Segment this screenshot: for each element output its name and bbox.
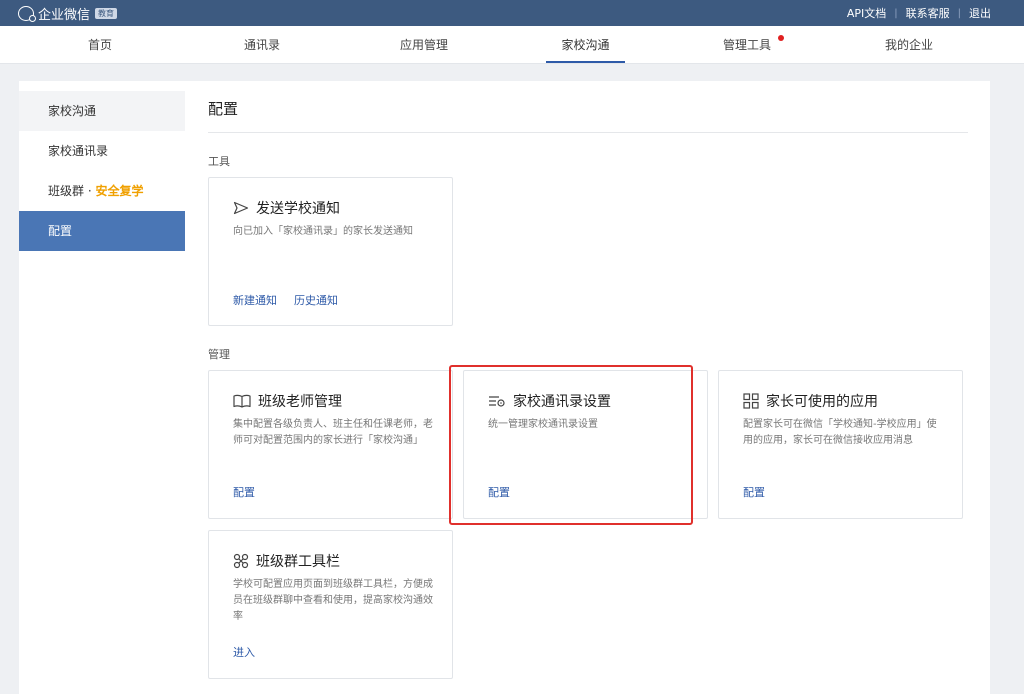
card-title-text: 发送学校通知 <box>256 201 340 217</box>
card-parent-apps: 家长可使用的应用 配置家长可在微信「学校通知-学校应用」使用的应用，家长可在微信… <box>718 370 963 519</box>
card-title: 家校通讯录设置 <box>488 391 611 411</box>
card-class-group-toolbar: 班级群工具栏 学校可配置应用页面到班级群工具栏，方便成员在班级群聊中查看和使用，… <box>208 530 453 679</box>
card-title: 家长可使用的应用 <box>743 391 878 411</box>
card-links: 新建通知 历史通知 <box>233 292 355 308</box>
card-description: 统一管理家校通讯录设置 <box>488 419 598 430</box>
nav-contacts[interactable]: 通讯录 <box>232 26 292 64</box>
card-send-notification: 发送学校通知 向已加入「家校通讯录」的家长发送通知 新建通知 历史通知 <box>208 177 453 326</box>
main-nav: 首页 通讯录 应用管理 家校沟通 管理工具 我的企业 <box>0 26 1024 64</box>
configure-link[interactable]: 配置 <box>743 484 765 500</box>
card-description: 学校可配置应用页面到班级群工具栏，方便成员在班级群聊中查看和使用，提高家校沟通效… <box>233 579 433 622</box>
section-label-manage: 管理 <box>208 348 230 361</box>
configure-link[interactable]: 配置 <box>488 484 510 500</box>
logout-link[interactable]: 退出 <box>969 5 991 21</box>
card-title: 班级群工具栏 <box>233 551 340 571</box>
toolbar-icon <box>233 553 249 569</box>
send-icon <box>233 201 249 215</box>
separator: | <box>894 7 898 19</box>
card-links: 配置 <box>743 484 782 500</box>
card-title: 班级老师管理 <box>233 391 342 411</box>
notification-dot <box>778 35 784 41</box>
separator: | <box>957 7 961 19</box>
separator-dot: · <box>87 184 92 198</box>
title-divider <box>208 132 968 133</box>
notification-history-link[interactable]: 历史通知 <box>294 292 338 308</box>
card-title-text: 家校通讯录设置 <box>513 394 611 410</box>
card-title-text: 家长可使用的应用 <box>766 394 878 410</box>
chat-bubble-icon <box>18 5 36 22</box>
sidebar-item-label: 班级群 <box>48 184 85 198</box>
enter-link[interactable]: 进入 <box>233 644 255 660</box>
nav-my-company[interactable]: 我的企业 <box>876 26 942 64</box>
card-title-text: 班级老师管理 <box>258 394 342 410</box>
logo-text: 企业微信 <box>38 7 91 23</box>
nav-management-tools[interactable]: 管理工具 <box>716 26 784 64</box>
card-description: 集中配置各级负责人、班主任和任课老师，老师可对配置范围内的家长进行「家校沟通」 <box>233 419 433 446</box>
edition-badge: 教育 <box>95 7 118 19</box>
brand-logo[interactable]: 企业微信 教育 <box>18 3 118 23</box>
sidebar: 家校沟通 家校通讯录 班级群 · 安全复学 配置 <box>19 81 185 694</box>
sidebar-item-contacts[interactable]: 家校通讯录 <box>19 131 185 171</box>
card-links: 进入 <box>233 644 272 660</box>
card-description: 向已加入「家校通讯录」的家长发送通知 <box>233 226 413 237</box>
nav-management-tools-label: 管理工具 <box>722 38 771 52</box>
new-notification-link[interactable]: 新建通知 <box>233 292 277 308</box>
contact-support-link[interactable]: 联系客服 <box>906 5 950 21</box>
card-description: 配置家长可在微信「学校通知-学校应用」使用的应用，家长可在微信接收应用消息 <box>743 419 937 446</box>
nav-app-management[interactable]: 应用管理 <box>392 26 456 64</box>
sidebar-item-class-group[interactable]: 班级群 · 安全复学 <box>19 171 185 211</box>
section-label-tools: 工具 <box>208 155 230 168</box>
sidebar-item-home-school[interactable]: 家校沟通 <box>19 91 185 131</box>
top-bar: 企业微信 教育 API文档 | 联系客服 | 退出 <box>0 0 1024 26</box>
card-title-text: 班级群工具栏 <box>256 554 340 570</box>
main-content: 配置 工具 发送学校通知 向已加入「家校通讯录」的家长发送通知 新建通知 历史通… <box>185 81 990 694</box>
card-class-teacher-management: 班级老师管理 集中配置各级负责人、班主任和任课老师，老师可对配置范围内的家长进行… <box>208 370 453 519</box>
page-title: 配置 <box>208 100 239 118</box>
sidebar-item-config[interactable]: 配置 <box>19 211 185 251</box>
api-docs-link[interactable]: API文档 <box>847 5 886 21</box>
card-title: 发送学校通知 <box>233 198 340 218</box>
safe-return-badge: 安全复学 <box>95 184 144 198</box>
top-links: API文档 | 联系客服 | 退出 <box>847 0 991 26</box>
grid-icon <box>743 393 759 409</box>
nav-home-school[interactable]: 家校沟通 <box>546 26 625 64</box>
configure-link[interactable]: 配置 <box>233 484 255 500</box>
nav-home[interactable]: 首页 <box>72 26 128 64</box>
card-links: 配置 <box>233 484 272 500</box>
book-icon <box>233 394 251 408</box>
list-settings-icon <box>489 396 505 407</box>
card-links: 配置 <box>488 484 527 500</box>
card-contacts-settings: 家校通讯录设置 统一管理家校通讯录设置 配置 <box>463 370 708 519</box>
